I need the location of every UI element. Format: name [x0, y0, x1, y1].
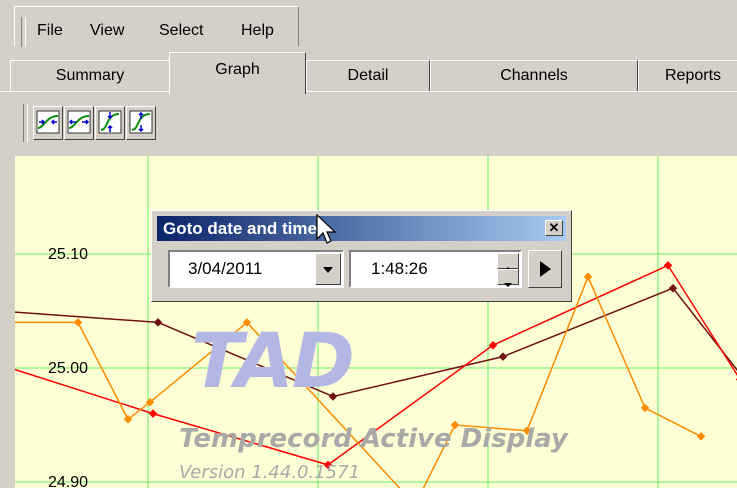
zoom-out-value-button[interactable] [126, 106, 156, 140]
data-point [498, 352, 508, 361]
date-dropdown-button[interactable] [315, 253, 341, 285]
zoom-in-value-button[interactable] [95, 106, 125, 140]
data-point [640, 403, 650, 413]
watermark-title: TAD [191, 316, 355, 405]
dialog-title: Goto date and time [163, 219, 317, 238]
chevron-down-icon [323, 267, 333, 273]
spin-down-button[interactable] [497, 269, 519, 287]
y-tick-label: 25.00 [48, 360, 89, 377]
menu-select[interactable]: Select [159, 22, 203, 40]
close-icon: ✕ [548, 220, 560, 235]
menu-help[interactable]: Help [241, 22, 274, 40]
tab-channels[interactable]: Channels [430, 60, 638, 92]
toolbar-grip[interactable] [23, 104, 28, 142]
zoom-out-time-button[interactable] [64, 106, 94, 140]
zoom-in-value-icon [98, 110, 122, 134]
watermark-subtitle: Temprecord Active Display [179, 424, 568, 454]
series-line [15, 274, 702, 488]
menu-bar-frame: File View Select Help [14, 6, 299, 47]
zoom-in-time-button[interactable] [33, 106, 63, 140]
data-point [696, 432, 706, 441]
menu-grip[interactable] [21, 17, 26, 47]
date-picker[interactable]: 3/04/2011 [168, 250, 344, 288]
mouse-cursor-icon [316, 214, 337, 244]
tab-detail[interactable]: Detail [306, 60, 430, 92]
y-tick-label: 24.90 [48, 474, 89, 488]
arrow-down-icon [504, 283, 512, 287]
tab-summary[interactable]: Summary [10, 60, 170, 92]
data-point [583, 272, 593, 282]
tab-reports[interactable]: Reports [638, 60, 737, 92]
menu-bar: File View Select Help [0, 0, 737, 47]
time-spinner[interactable] [497, 253, 519, 287]
time-field[interactable]: 1:48:26 [349, 250, 522, 288]
data-point [73, 318, 83, 327]
watermark-version: Version 1.44.0.1571 [179, 462, 361, 483]
menu-file[interactable]: File [37, 22, 63, 40]
go-button[interactable] [528, 250, 562, 288]
date-value: 3/04/2011 [188, 259, 263, 278]
data-point [663, 261, 673, 270]
graph-area[interactable]: TAD Temprecord Active Display Version 1.… [15, 156, 737, 488]
goto-dialog: Goto date and time ✕ 3/04/2011 1:48:26 [151, 210, 572, 302]
y-tick-label: 25.10 [48, 246, 89, 263]
dialog-title-bar[interactable]: Goto date and time ✕ [157, 216, 566, 241]
zoom-in-time-icon [36, 110, 60, 134]
data-point [153, 318, 163, 327]
tab-graph[interactable]: Graph [169, 52, 306, 94]
play-icon [540, 261, 551, 277]
close-button[interactable]: ✕ [545, 220, 563, 236]
zoom-out-value-icon [129, 110, 153, 134]
time-value: 1:48:26 [371, 259, 428, 278]
spin-up-button[interactable] [497, 253, 519, 271]
menu-view[interactable]: View [90, 22, 124, 40]
series-line [15, 287, 737, 398]
zoom-out-time-icon [67, 110, 91, 134]
graph-toolbar [0, 92, 737, 156]
data-point [148, 409, 158, 418]
tab-strip: Summary Graph Detail Channels Reports [0, 46, 737, 94]
